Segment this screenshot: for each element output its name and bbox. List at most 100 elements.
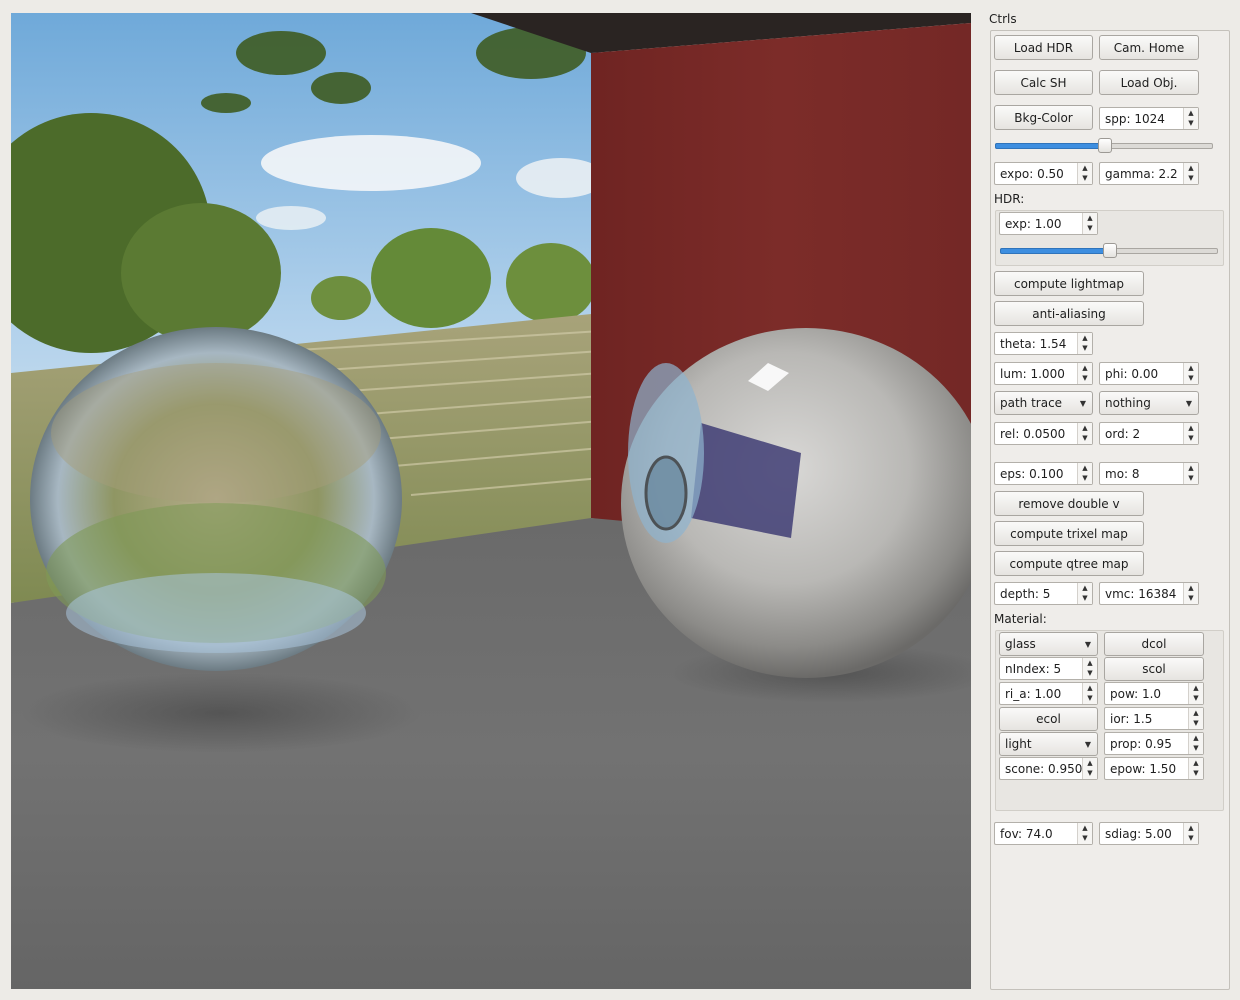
- pow-spinbox[interactable]: pow: 1.0 ▲ ▼: [1104, 682, 1204, 705]
- arrow-up-icon[interactable]: ▲: [1083, 658, 1097, 669]
- gamma-spinbox[interactable]: gamma: 2.2 ▲ ▼: [1099, 162, 1199, 185]
- nindex-spinbox[interactable]: nIndex: 5 ▲ ▼: [999, 657, 1098, 680]
- arrow-up-icon[interactable]: ▲: [1083, 683, 1097, 694]
- ior-spinbox[interactable]: ior: 1.5 ▲ ▼: [1104, 707, 1204, 730]
- arrow-up-icon[interactable]: ▲: [1184, 463, 1198, 474]
- scol-button[interactable]: scol: [1104, 657, 1204, 681]
- epow-spinbox[interactable]: epow: 1.50 ▲ ▼: [1104, 757, 1204, 780]
- dcol-button[interactable]: dcol: [1104, 632, 1204, 656]
- phi-spinbox[interactable]: phi: 0.00 ▲ ▼: [1099, 362, 1199, 385]
- mo-value: mo: 8: [1105, 466, 1140, 481]
- load-hdr-button[interactable]: Load HDR: [994, 35, 1093, 60]
- arrow-down-icon[interactable]: ▼: [1189, 719, 1203, 730]
- arrow-up-icon[interactable]: ▲: [1083, 758, 1097, 769]
- arrow-up-icon[interactable]: ▲: [1184, 108, 1198, 119]
- arrow-up-icon[interactable]: ▲: [1184, 583, 1198, 594]
- expo-spinbox[interactable]: expo: 0.50 ▲ ▼: [994, 162, 1093, 185]
- arrow-down-icon[interactable]: ▼: [1078, 434, 1092, 445]
- arrow-down-icon[interactable]: ▼: [1078, 834, 1092, 845]
- ord-spinbox[interactable]: ord: 2 ▲ ▼: [1099, 422, 1199, 445]
- arrow-up-icon[interactable]: ▲: [1078, 423, 1092, 434]
- anti-aliasing-button[interactable]: anti-aliasing: [994, 301, 1144, 326]
- ior-value: ior: 1.5: [1110, 711, 1153, 726]
- phi-value: phi: 0.00: [1105, 366, 1159, 381]
- lum-spinbox[interactable]: lum: 1.000 ▲ ▼: [994, 362, 1093, 385]
- theta-spinbox[interactable]: theta: 1.54 ▲ ▼: [994, 332, 1093, 355]
- slider-handle[interactable]: [1103, 243, 1117, 258]
- eps-spinbox[interactable]: eps: 0.100 ▲ ▼: [994, 462, 1093, 485]
- arrow-down-icon[interactable]: ▼: [1189, 744, 1203, 755]
- rel-spinbox[interactable]: rel: 0.0500 ▲ ▼: [994, 422, 1093, 445]
- arrow-down-icon[interactable]: ▼: [1083, 769, 1097, 780]
- mo-spinbox[interactable]: mo: 8 ▲ ▼: [1099, 462, 1199, 485]
- spp-spinbox[interactable]: spp: 1024 ▲ ▼: [1099, 107, 1199, 130]
- arrow-up-icon[interactable]: ▲: [1184, 363, 1198, 374]
- scone-spinbox[interactable]: scone: 0.950 ▲ ▼: [999, 757, 1098, 780]
- arrow-down-icon[interactable]: ▼: [1083, 669, 1097, 680]
- arrow-down-icon[interactable]: ▼: [1078, 344, 1092, 355]
- arrow-up-icon[interactable]: ▲: [1184, 823, 1198, 834]
- chevron-down-icon: ▼: [1185, 398, 1192, 408]
- secondary-mode-select[interactable]: nothing ▼: [1099, 391, 1199, 415]
- arrow-up-icon[interactable]: ▲: [1083, 213, 1097, 224]
- arrow-up-icon[interactable]: ▲: [1189, 683, 1203, 694]
- vmc-spinbox[interactable]: vmc: 16384 ▲ ▼: [1099, 582, 1199, 605]
- arrow-up-icon[interactable]: ▲: [1078, 463, 1092, 474]
- arrow-up-icon[interactable]: ▲: [1189, 708, 1203, 719]
- gamma-value: gamma: 2.2: [1105, 166, 1178, 181]
- light-mode-value: light: [1005, 737, 1032, 751]
- arrow-up-icon[interactable]: ▲: [1189, 733, 1203, 744]
- ri-a-spinbox[interactable]: ri_a: 1.00 ▲ ▼: [999, 682, 1098, 705]
- nindex-value: nIndex: 5: [1005, 661, 1062, 676]
- light-mode-select[interactable]: light ▼: [999, 732, 1098, 756]
- arrow-down-icon[interactable]: ▼: [1189, 694, 1203, 705]
- cam-home-button[interactable]: Cam. Home: [1099, 35, 1199, 60]
- arrow-down-icon[interactable]: ▼: [1184, 434, 1198, 445]
- arrow-up-icon[interactable]: ▲: [1078, 823, 1092, 834]
- prop-spinbox[interactable]: prop: 0.95 ▲ ▼: [1104, 732, 1204, 755]
- hdr-exposure-slider[interactable]: [1000, 242, 1218, 258]
- ecol-button[interactable]: ecol: [999, 707, 1098, 731]
- compute-qtree-map-button[interactable]: compute qtree map: [994, 551, 1144, 576]
- render-viewport[interactable]: [11, 13, 971, 989]
- depth-spinbox[interactable]: depth: 5 ▲ ▼: [994, 582, 1093, 605]
- fov-spinbox[interactable]: fov: 74.0 ▲ ▼: [994, 822, 1093, 845]
- hdr-exp-spinbox[interactable]: exp: 1.00 ▲ ▼: [999, 212, 1098, 235]
- arrow-down-icon[interactable]: ▼: [1078, 374, 1092, 385]
- slider-handle[interactable]: [1098, 138, 1112, 153]
- arrow-up-icon[interactable]: ▲: [1184, 423, 1198, 434]
- spp-slider[interactable]: [995, 137, 1213, 153]
- arrow-up-icon[interactable]: ▲: [1184, 163, 1198, 174]
- arrow-up-icon[interactable]: ▲: [1078, 163, 1092, 174]
- compute-trixel-map-button[interactable]: compute trixel map: [994, 521, 1144, 546]
- chevron-down-icon: ▼: [1084, 639, 1091, 649]
- arrow-down-icon[interactable]: ▼: [1078, 474, 1092, 485]
- bkg-color-button[interactable]: Bkg-Color: [994, 105, 1093, 130]
- ri-a-value: ri_a: 1.00: [1005, 686, 1062, 701]
- compute-lightmap-button[interactable]: compute lightmap: [994, 271, 1144, 296]
- depth-value: depth: 5: [1000, 586, 1051, 601]
- arrow-down-icon[interactable]: ▼: [1184, 474, 1198, 485]
- arrow-up-icon[interactable]: ▲: [1078, 583, 1092, 594]
- arrow-up-icon[interactable]: ▲: [1189, 758, 1203, 769]
- arrow-down-icon[interactable]: ▼: [1078, 594, 1092, 605]
- arrow-up-icon[interactable]: ▲: [1078, 363, 1092, 374]
- secondary-mode-value: nothing: [1105, 396, 1151, 410]
- sdiag-spinbox[interactable]: sdiag: 5.00 ▲ ▼: [1099, 822, 1199, 845]
- material-type-select[interactable]: glass ▼: [999, 632, 1098, 656]
- arrow-down-icon[interactable]: ▼: [1184, 594, 1198, 605]
- calc-sh-button[interactable]: Calc SH: [994, 70, 1093, 95]
- arrow-down-icon[interactable]: ▼: [1189, 769, 1203, 780]
- arrow-down-icon[interactable]: ▼: [1184, 374, 1198, 385]
- arrow-down-icon[interactable]: ▼: [1078, 174, 1092, 185]
- sdiag-value: sdiag: 5.00: [1105, 826, 1172, 841]
- remove-double-v-button[interactable]: remove double v: [994, 491, 1144, 516]
- arrow-up-icon[interactable]: ▲: [1078, 333, 1092, 344]
- load-obj-button[interactable]: Load Obj.: [1099, 70, 1199, 95]
- arrow-down-icon[interactable]: ▼: [1083, 224, 1097, 235]
- arrow-down-icon[interactable]: ▼: [1184, 119, 1198, 130]
- arrow-down-icon[interactable]: ▼: [1184, 834, 1198, 845]
- arrow-down-icon[interactable]: ▼: [1184, 174, 1198, 185]
- arrow-down-icon[interactable]: ▼: [1083, 694, 1097, 705]
- render-mode-select[interactable]: path trace ▼: [994, 391, 1093, 415]
